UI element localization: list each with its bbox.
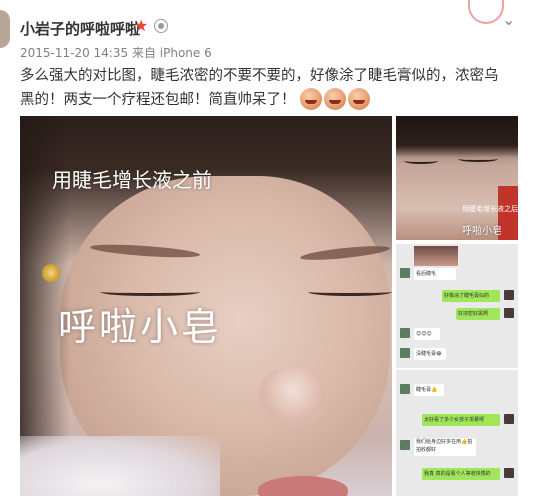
stamp-icon [468,0,504,24]
weibo-post: 小岩子的呼啦呼啦 ★ ⌄ 2015-11-20 14:35 来自 iPhone … [0,0,534,496]
before-photo[interactable]: 用睫毛增长液之前 呼啦小皂 [20,116,392,496]
photo-eye [308,288,392,296]
chat-message: 我真 真的是看个人等收快慢的 [422,468,500,480]
emoji-group [300,88,372,118]
star-icon[interactable]: ★ [134,16,148,36]
after-caption: 用睫毛增长液之后 [462,205,518,213]
chat-avatar [504,468,514,478]
photo-eye [404,158,438,164]
chat-message: 😊😊😊 [414,328,440,340]
earring-icon [42,264,60,282]
photo-nose [258,366,328,426]
photo-eye [100,288,200,296]
photo-hair [396,116,518,158]
chat-message: 好像涂了睫毛膏似的 [442,290,500,302]
laughing-emoji-icon [348,88,371,110]
chat-avatar [504,290,514,300]
laughing-emoji-icon [300,88,323,110]
chat-screenshot[interactable]: 看后睫毛 好像涂了睫毛膏似的 好浓密好黑啊 😊😊😊 没睫毛膏😂 [396,244,518,368]
laughing-emoji-icon [324,88,347,110]
photo-watermark: 呼啦小皂 [58,305,223,349]
post-timestamp[interactable]: 2015-11-20 14:35 [20,46,128,60]
chat-message: 好浓密好黑啊 [456,308,500,320]
chat-avatar [504,414,514,424]
chat-avatar [400,440,410,450]
chat-message: 看后睫毛 [414,268,456,280]
photo-lips [258,476,348,496]
chat-screenshot[interactable]: 睫毛膏👍 太好看了多少女孩子羡慕呀 我们给身边好多在用👍拍拍收都好 我真 真的是… [396,370,518,496]
photo-fur-collar [20,436,220,496]
photo-eye [458,156,498,162]
post-username[interactable]: 小岩子的呼啦呼啦 [20,18,140,39]
post-body: 多么强大的对比图，睫毛浓密的不要不要的，好像涂了睫毛膏似的，浓密乌黑的！两支一个… [20,64,508,118]
chat-message: 睫毛膏👍 [414,384,444,396]
post-text: 多么强大的对比图，睫毛浓密的不要不要的，好像涂了睫毛膏似的，浓密乌黑的！两支一个… [20,68,499,108]
chat-avatar [504,308,514,318]
membership-badge-icon[interactable] [154,19,168,33]
before-caption: 用睫毛增长液之前 [52,168,212,192]
chat-message: 我们给身边好多在用👍拍拍收都好 [414,438,476,456]
chat-avatar [400,328,410,338]
chat-message: 太好看了多少女孩子羡慕呀 [422,414,500,426]
post-meta: 2015-11-20 14:35 来自 iPhone 6 [20,44,212,61]
chat-avatar [400,348,410,358]
photo-watermark: 呼啦小皂 [462,226,502,237]
chat-avatar [400,268,410,278]
chat-avatar [400,384,410,394]
avatar[interactable] [0,10,10,48]
chat-message: 没睫毛膏😂 [414,348,446,360]
post-source: 来自 iPhone 6 [131,46,212,60]
chat-image [414,246,458,266]
chevron-down-icon[interactable]: ⌄ [502,12,515,28]
after-photo[interactable]: 用睫毛增长液之后 呼啦小皂 [396,116,518,240]
